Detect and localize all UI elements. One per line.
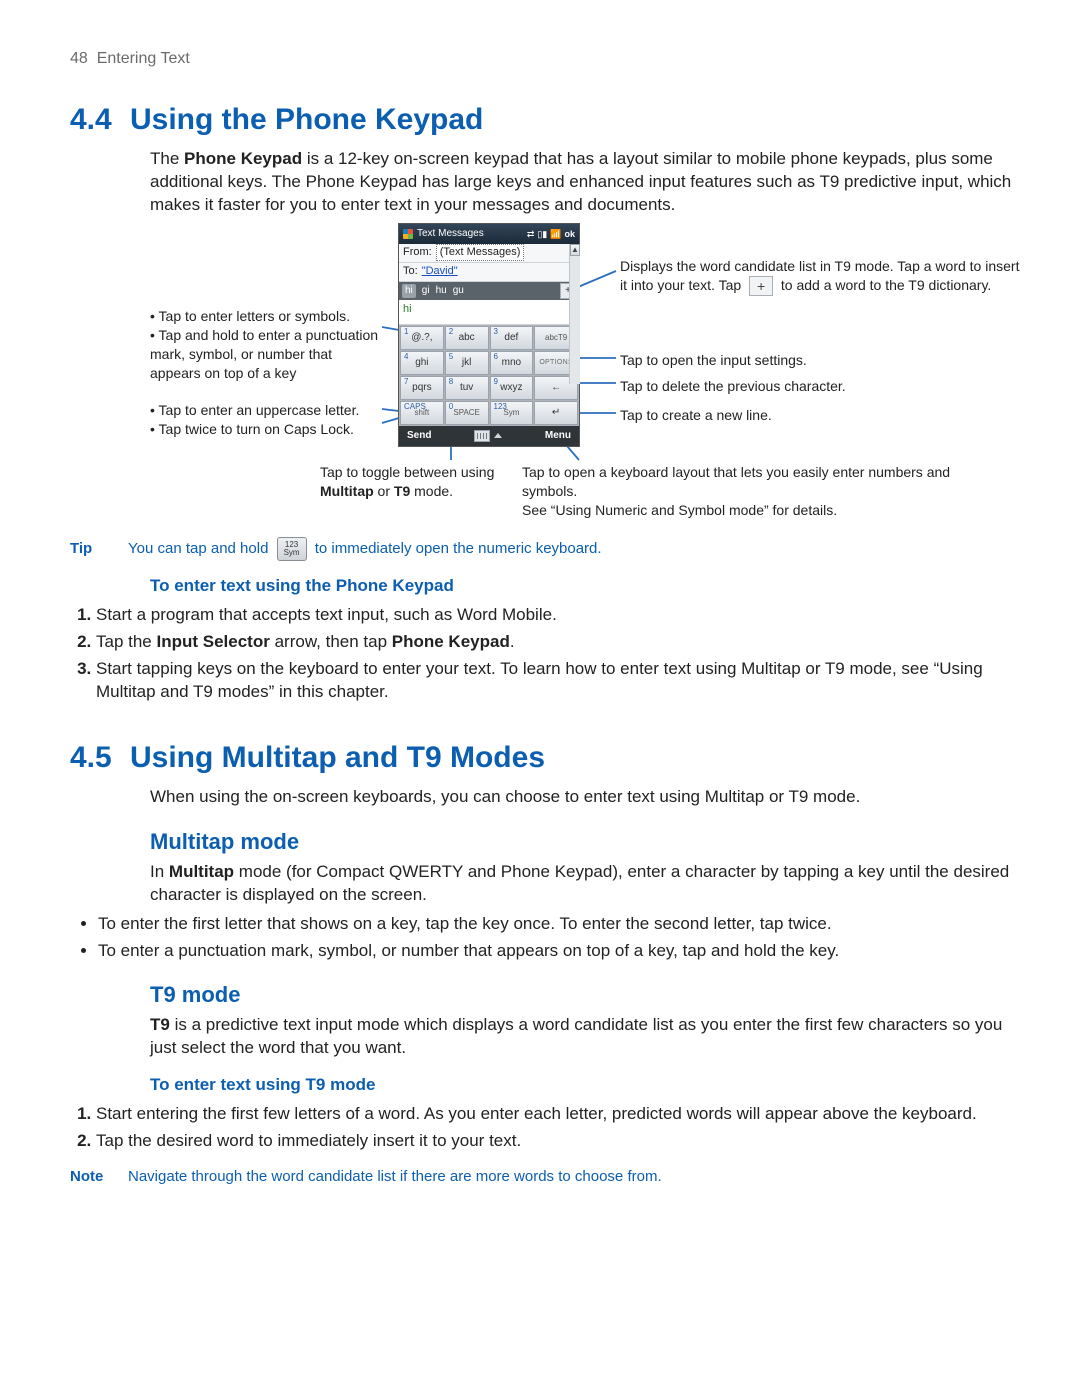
heading-title: Using Multitap and T9 Modes: [130, 738, 545, 779]
list-item: Start tapping keys on the keyboard to en…: [96, 658, 1024, 704]
note-text: Navigate through the word candidate list…: [128, 1167, 662, 1187]
list-item: To enter the first letter that shows on …: [98, 913, 1024, 936]
list-item: Start a program that accepts text input,…: [96, 604, 1024, 627]
sym-key-icon: 123Sym: [277, 537, 307, 561]
keypad-diagram: Text Messages ⇄▯▮📶ok From: (Text Message…: [150, 223, 1030, 523]
app-title: Text Messages: [417, 227, 484, 241]
heading-t9: T9 mode: [150, 980, 1024, 1010]
heading-number: 4.5: [70, 738, 118, 779]
key: CAPSshift: [400, 401, 444, 425]
heading-number: 4.4: [70, 100, 118, 141]
heading-title: Using the Phone Keypad: [130, 100, 483, 141]
titlebar: Text Messages ⇄▯▮📶ok: [399, 224, 579, 244]
tip-label: Tip: [70, 539, 110, 559]
key: 2abc: [445, 326, 489, 350]
scrollbar: ▲: [569, 244, 580, 384]
heading-4-5: 4.5 Using Multitap and T9 Modes: [70, 738, 1024, 779]
key: 1@.?,: [400, 326, 444, 350]
keyboard-icon: [474, 430, 490, 442]
compose-area: hi: [399, 300, 579, 325]
softkey-bar: Send Menu: [399, 426, 579, 446]
tip-row: Tip You can tap and hold 123Sym to immed…: [70, 537, 1024, 561]
note-row: Note Navigate through the word candidate…: [70, 1167, 1024, 1187]
note-label: Note: [70, 1167, 110, 1187]
list-item: To enter a punctuation mark, symbol, or …: [98, 940, 1024, 963]
key: 7pqrs: [400, 376, 444, 400]
key: 0SPACE: [445, 401, 489, 425]
multitap-paragraph: In Multitap mode (for Compact QWERTY and…: [150, 861, 1024, 907]
multitap-bullets: To enter the first letter that shows on …: [70, 913, 1024, 963]
key: 3def: [490, 326, 534, 350]
callout-left-letters: Tap to enter letters or symbols. Tap and…: [150, 307, 386, 383]
key: 123Sym: [490, 401, 534, 425]
from-row: From: (Text Messages): [399, 244, 579, 263]
to-row: To: "David": [399, 263, 579, 282]
softkey-send: Send: [407, 429, 431, 443]
callout-right-candidates: Displays the word candidate list in T9 m…: [620, 257, 1020, 296]
intro-4-5: When using the on-screen keyboards, you …: [150, 786, 1024, 809]
key: 5jkl: [445, 351, 489, 375]
intro-paragraph: The Phone Keypad is a 12-key on-screen k…: [150, 148, 1024, 217]
list-item: Tap the desired word to immediately inse…: [96, 1130, 1024, 1153]
key: 6mno: [490, 351, 534, 375]
callout-right-settings: Tap to open the input settings.: [620, 351, 1020, 370]
phone-screenshot: Text Messages ⇄▯▮📶ok From: (Text Message…: [398, 223, 580, 447]
candidate-row: hi gi hu gu +: [399, 282, 579, 300]
subheading-enter-phone-keypad: To enter text using the Phone Keypad: [150, 575, 1024, 598]
callout-left-caps: Tap to enter an uppercase letter. Tap tw…: [150, 401, 386, 439]
softkey-menu: Menu: [545, 429, 571, 443]
key: 9wxyz: [490, 376, 534, 400]
chapter-name: Entering Text: [97, 50, 190, 67]
heading-4-4: 4.4 Using the Phone Keypad: [70, 100, 1024, 141]
callout-right-delete: Tap to delete the previous character.: [620, 377, 1020, 396]
subheading-enter-t9: To enter text using T9 mode: [150, 1074, 1024, 1097]
input-selector: [474, 430, 502, 442]
key: 4ghi: [400, 351, 444, 375]
running-header: 48 Entering Text: [70, 48, 1024, 70]
tip-text: You can tap and hold 123Sym to immediate…: [128, 537, 602, 561]
callout-right-newline: Tap to create a new line.: [620, 406, 1020, 425]
key: ↵: [534, 401, 578, 425]
steps-phone-keypad: Start a program that accepts text input,…: [70, 604, 1024, 704]
plus-icon: +: [749, 276, 773, 296]
t9-paragraph: T9 is a predictive text input mode which…: [150, 1014, 1024, 1060]
list-item: Tap the Input Selector arrow, then tap P…: [96, 631, 1024, 654]
status-icons: ⇄▯▮📶ok: [527, 228, 575, 240]
keypad-grid: 1@.?,2abc3defabcT94ghi5jkl6mnoOPTIONS7pq…: [399, 325, 579, 426]
callout-bottom-numeric: Tap to open a keyboard layout that lets …: [522, 463, 952, 520]
page-number: 48: [70, 50, 88, 67]
steps-t9: Start entering the first few letters of …: [70, 1103, 1024, 1153]
windows-flag-icon: [403, 229, 413, 239]
callout-bottom-toggle: Tap to toggle between using Multitap or …: [320, 463, 530, 501]
chevron-up-icon: [494, 433, 502, 438]
key: 8tuv: [445, 376, 489, 400]
list-item: Start entering the first few letters of …: [96, 1103, 1024, 1126]
heading-multitap: Multitap mode: [150, 827, 1024, 857]
